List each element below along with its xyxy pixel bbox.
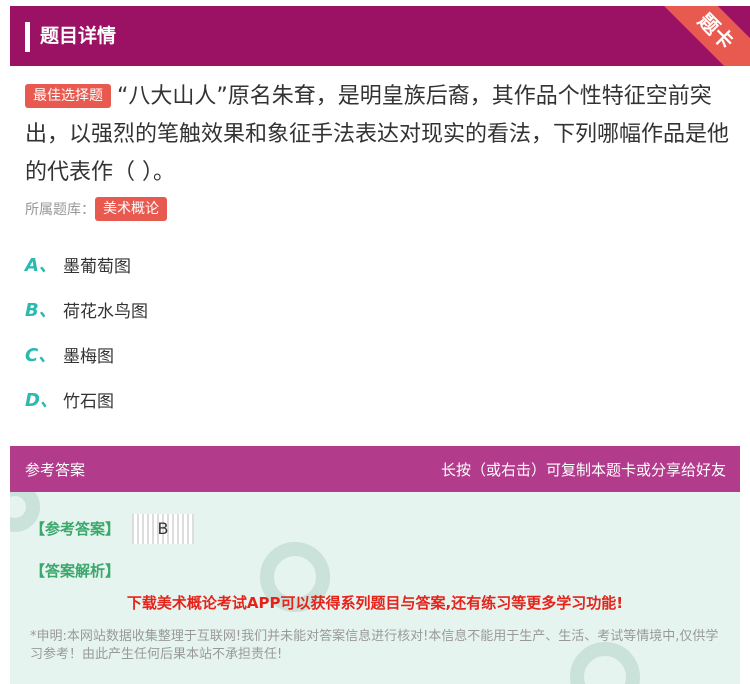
option-letter: C、 [25, 345, 57, 366]
title-bar-accent [25, 22, 30, 52]
option-letter: A、 [25, 255, 57, 276]
question-bank-row: 所属题库： 美术概论 [25, 196, 167, 222]
analysis-label: 【答案解析】 [30, 562, 121, 580]
page-header: 题目详情 题卡 [10, 6, 750, 66]
option-text: 墨葡萄图 [63, 256, 131, 277]
option-a[interactable]: A、 墨葡萄图 [25, 249, 131, 279]
share-hint: 长按（或右击）可复制本题卡或分享给好友 [440, 461, 726, 479]
answer-section-body: 【参考答案】 B 【答案解析】 下载美术概论考试APP可以获得系列题目与答案,还… [10, 492, 740, 684]
answer-label: 【参考答案】 [30, 520, 121, 538]
bank-tag[interactable]: 美术概论 [95, 197, 167, 221]
question-type-badge: 最佳选择题 [25, 84, 111, 108]
page-title: 题目详情 [40, 25, 117, 47]
question-stem: 最佳选择题 “八大山人”原名朱耷，是明皇族后裔，其作品个性特征空前突出，以强烈的笔… [25, 78, 730, 192]
disclaimer-text: *申明:本网站数据收集整理于互联网!我们并未能对答案信息进行核对!本信息不能用于… [30, 629, 719, 662]
option-letter: D、 [25, 390, 58, 411]
download-app-promo[interactable]: 下载美术概论考试APP可以获得系列题目与答案,还有练习等更多学习功能! [10, 592, 740, 613]
option-text: 墨梅图 [63, 346, 114, 367]
answer-section-title: 参考答案 [25, 461, 86, 479]
option-text: 竹石图 [63, 391, 114, 412]
option-d[interactable]: D、 竹石图 [25, 384, 114, 414]
question-text: “八大山人”原名朱耷，是明皇族后裔，其作品个性特征空前突出，以强烈的笔触效果和象… [25, 84, 730, 185]
bank-label: 所属题库： [25, 202, 95, 218]
answer-section-header: 参考答案 长按（或右击）可复制本题卡或分享给好友 [10, 446, 740, 492]
option-letter: B、 [25, 300, 57, 321]
option-b[interactable]: B、 荷花水鸟图 [25, 294, 148, 324]
option-c[interactable]: C、 墨梅图 [25, 339, 114, 369]
answer-value: B [132, 514, 194, 544]
card-ribbon: 题卡 [638, 6, 750, 66]
option-text: 荷花水鸟图 [63, 301, 148, 322]
